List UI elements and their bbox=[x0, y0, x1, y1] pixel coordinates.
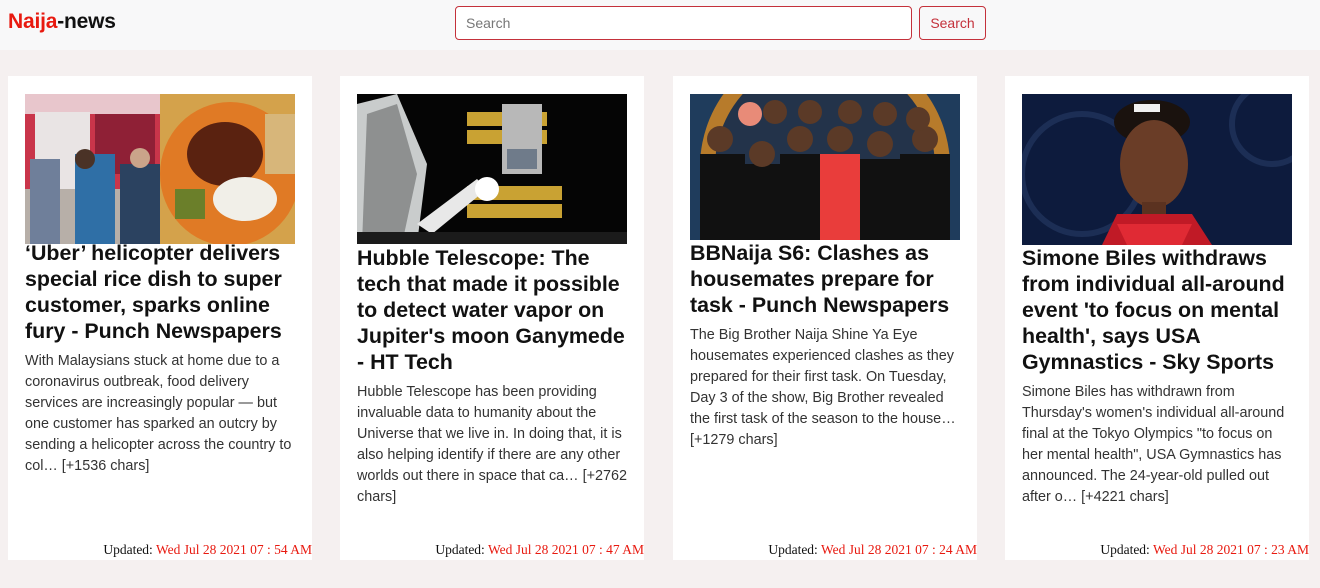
news-card[interactable]: Hubble Telescope: The tech that made it … bbox=[340, 76, 644, 560]
article-thumbnail[interactable] bbox=[1022, 94, 1292, 245]
news-card[interactable]: BBNaija S6: Clashes as housemates prepar… bbox=[673, 76, 977, 560]
article-updated: Updated: Wed Jul 28 2021 07 : 47 AM bbox=[435, 542, 644, 558]
article-updated: Updated: Wed Jul 28 2021 07 : 54 AM bbox=[103, 542, 312, 558]
article-thumbnail[interactable] bbox=[357, 94, 627, 244]
article-title[interactable]: BBNaija S6: Clashes as housemates prepar… bbox=[690, 240, 966, 318]
updated-label: Updated: bbox=[768, 542, 821, 557]
article-description: Hubble Telescope has been providing inva… bbox=[357, 384, 627, 505]
article-description: Simone Biles has withdrawn from Thursday… bbox=[1022, 384, 1285, 505]
updated-date: Wed Jul 28 2021 07 : 23 AM bbox=[1152, 542, 1309, 557]
updated-label: Updated: bbox=[435, 542, 488, 557]
updated-date: Wed Jul 28 2021 07 : 47 AM bbox=[487, 542, 644, 557]
updated-date: Wed Jul 28 2021 07 : 24 AM bbox=[820, 542, 977, 557]
updated-label: Updated: bbox=[1100, 542, 1153, 557]
brand-part-news: -news bbox=[57, 10, 116, 33]
brand-logo[interactable]: Naija-news bbox=[8, 10, 116, 34]
article-title[interactable]: ‘Uber’ helicopter delivers special rice … bbox=[25, 240, 301, 344]
search-button[interactable]: Search bbox=[919, 6, 986, 40]
article-title[interactable]: Hubble Telescope: The tech that made it … bbox=[357, 245, 633, 375]
brand-part-naija: Naija bbox=[8, 10, 58, 33]
navbar: Naija-news Search bbox=[0, 0, 1320, 50]
article-updated: Updated: Wed Jul 28 2021 07 : 24 AM bbox=[768, 542, 977, 558]
updated-label: Updated: bbox=[103, 542, 156, 557]
news-card[interactable]: Simone Biles withdraws from individual a… bbox=[1005, 76, 1309, 560]
updated-date: Wed Jul 28 2021 07 : 54 AM bbox=[155, 542, 312, 557]
article-title[interactable]: Simone Biles withdraws from individual a… bbox=[1022, 245, 1298, 375]
article-thumbnail[interactable] bbox=[25, 94, 295, 244]
search-input[interactable] bbox=[455, 6, 912, 40]
article-updated: Updated: Wed Jul 28 2021 07 : 23 AM bbox=[1100, 542, 1309, 558]
article-description: With Malaysians stuck at home due to a c… bbox=[25, 353, 292, 474]
article-description: The Big Brother Naija Shine Ya Eye house… bbox=[690, 327, 956, 448]
article-thumbnail[interactable] bbox=[690, 94, 960, 240]
news-card[interactable]: ‘Uber’ helicopter delivers special rice … bbox=[8, 76, 312, 560]
